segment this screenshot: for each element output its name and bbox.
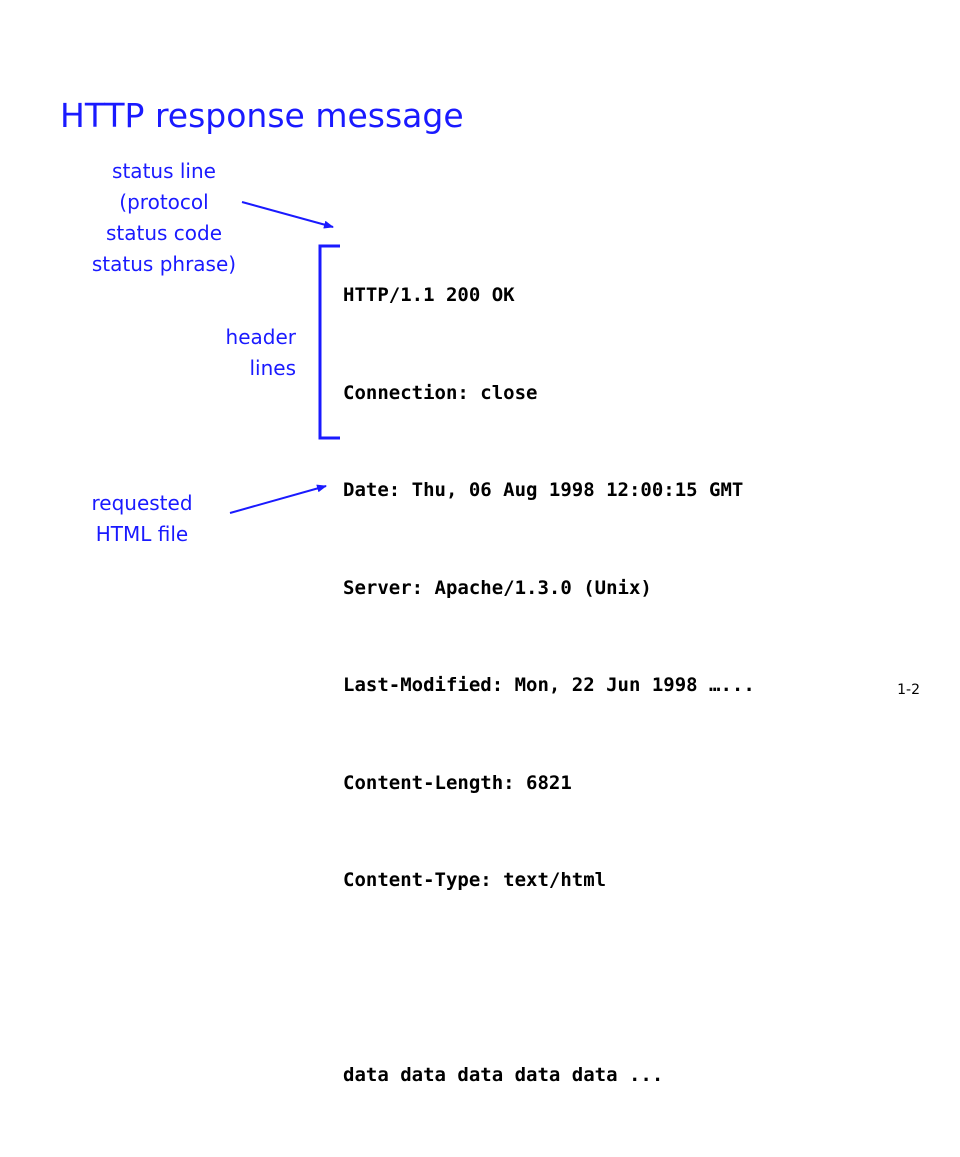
header-lines-bracket xyxy=(318,244,340,440)
slide: HTTP response message status line (proto… xyxy=(0,0,960,1086)
header-line: Content-Length: 6821 xyxy=(343,771,572,794)
page-number: 1-2 xyxy=(897,682,920,698)
message-body: data data data data data ... xyxy=(343,1064,664,1086)
requested-file-arrow xyxy=(229,484,327,514)
header-line: Content-Type: text/html xyxy=(343,869,607,891)
status-line-arrow xyxy=(241,201,334,229)
annotation-graphics xyxy=(229,201,340,514)
